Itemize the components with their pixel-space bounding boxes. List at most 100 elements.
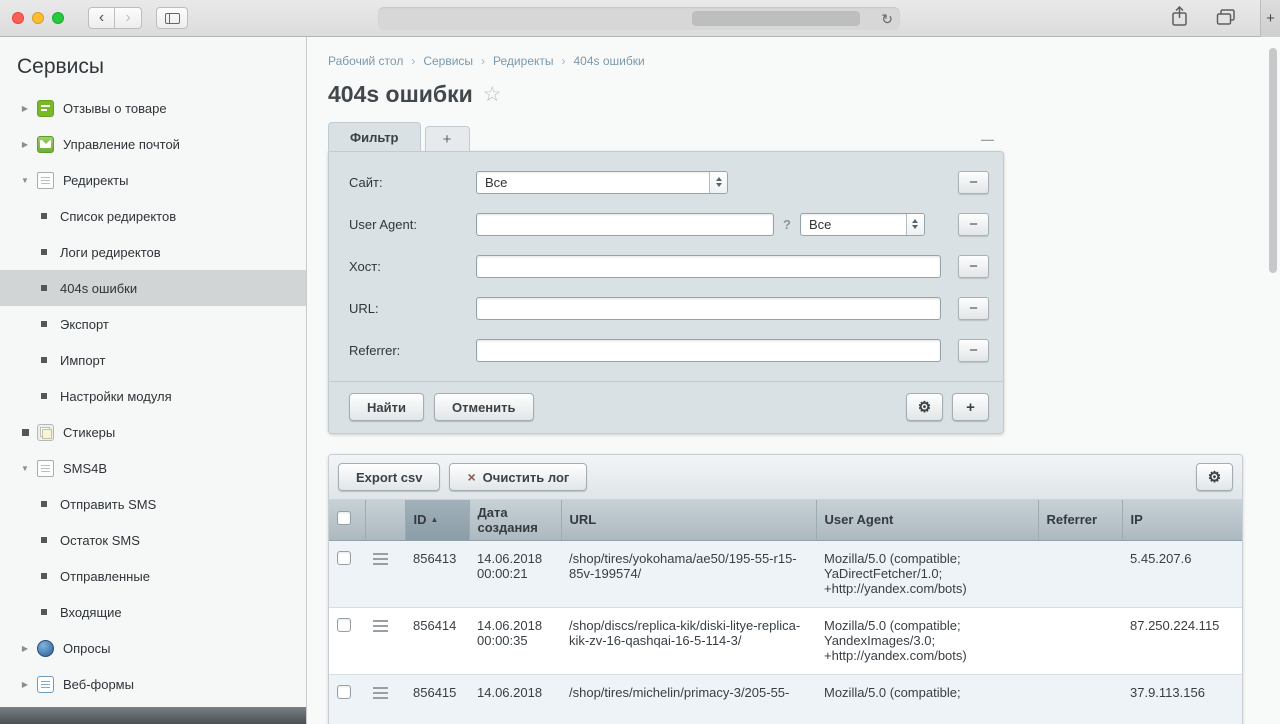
zoom-window-button[interactable] <box>52 12 64 24</box>
cancel-button[interactable]: Отменить <box>434 393 534 421</box>
table-row[interactable]: 856414 14.06.201800:00:35 /shop/discs/re… <box>329 607 1242 674</box>
sidebar-item-404-errors[interactable]: 404s ошибки <box>0 270 306 306</box>
add-filter-tab-button[interactable]: + <box>425 126 470 151</box>
header-url[interactable]: URL <box>561 500 816 540</box>
user-agent-input[interactable] <box>476 213 774 236</box>
sidebar-item-module-settings[interactable]: Настройки модуля <box>0 378 306 414</box>
refresh-icon[interactable]: ↻ <box>881 12 893 26</box>
breadcrumb: Рабочий стол › Сервисы › Редиректы › 404… <box>328 54 1280 68</box>
back-button[interactable]: ‹ <box>88 7 115 29</box>
sidebar-item-label: Список редиректов <box>60 209 176 224</box>
chevron-right-icon: › <box>481 54 485 68</box>
filter-settings-button[interactable]: ⚙ <box>906 393 943 421</box>
site-select[interactable]: Все <box>476 171 728 194</box>
sidebar-item-redirect-list[interactable]: Список редиректов <box>0 198 306 234</box>
user-agent-select[interactable]: Все <box>800 213 925 236</box>
sidebar-item-reviews[interactable]: ▶ Отзывы о товаре <box>0 90 306 126</box>
cell-user-agent: Mozilla/5.0 (compatible; <box>816 674 1038 724</box>
cell-date: 14.06.201800:00:21 <box>469 540 561 607</box>
select-all-checkbox[interactable] <box>337 511 351 525</box>
chevron-right-icon[interactable]: ▶ <box>19 680 31 689</box>
url-input[interactable] <box>476 297 941 320</box>
breadcrumb-item-services[interactable]: Сервисы <box>423 54 473 68</box>
address-bar[interactable]: ↻ <box>378 7 900 30</box>
row-menu-icon[interactable] <box>373 687 388 699</box>
sidebar-item-send-sms[interactable]: Отправить SMS <box>0 486 306 522</box>
row-checkbox[interactable] <box>337 551 351 565</box>
header-ip[interactable]: IP <box>1122 500 1242 540</box>
header-referrer[interactable]: Referrer <box>1038 500 1122 540</box>
remove-field-button[interactable]: − <box>958 297 989 320</box>
grid-settings-button[interactable]: ⚙ <box>1196 463 1233 491</box>
clear-log-button[interactable]: × Очистить лог <box>449 463 587 491</box>
filter-field-user-agent: User Agent: ? Все − <box>349 211 989 237</box>
row-checkbox[interactable] <box>337 685 351 699</box>
sidebar-item-stickers[interactable]: Стикеры <box>0 414 306 450</box>
chevron-down-icon[interactable]: ▼ <box>19 464 31 473</box>
remove-field-button[interactable]: − <box>958 213 989 236</box>
host-input[interactable] <box>476 255 941 278</box>
add-filter-field-button[interactable]: + <box>952 393 989 421</box>
referrer-input[interactable] <box>476 339 941 362</box>
breadcrumb-item-desktop[interactable]: Рабочий стол <box>328 54 403 68</box>
share-icon[interactable] <box>1171 6 1188 27</box>
new-tab-button[interactable]: + <box>1260 0 1280 37</box>
row-menu-icon[interactable] <box>373 620 388 632</box>
clear-log-label: Очистить лог <box>483 470 570 485</box>
sidebar-item-webforms[interactable]: ▶ Веб-формы <box>0 666 306 702</box>
remove-field-button[interactable]: − <box>958 339 989 362</box>
bullet-icon <box>41 393 47 399</box>
header-id[interactable]: ID▲ <box>405 500 469 540</box>
sidebar-item-label: Веб-формы <box>63 677 134 692</box>
forward-button[interactable]: › <box>115 7 142 29</box>
tab-overview-icon[interactable] <box>1216 8 1236 26</box>
table-row[interactable]: 856415 14.06.2018 /shop/tires/michelin/p… <box>329 674 1242 724</box>
chevron-down-icon[interactable]: ▼ <box>19 176 31 185</box>
cell-date: 14.06.201800:00:35 <box>469 607 561 674</box>
sidebar-item-inbox[interactable]: Входящие <box>0 594 306 630</box>
sidebar-item-label: Импорт <box>60 353 105 368</box>
header-user-agent[interactable]: User Agent <box>816 500 1038 540</box>
page-scrollbar[interactable] <box>1269 48 1277 273</box>
field-label: Сайт: <box>349 175 476 190</box>
user-agent-select-value: Все <box>809 217 831 232</box>
favorite-star-icon[interactable]: ☆ <box>483 84 502 105</box>
find-button[interactable]: Найти <box>349 393 424 421</box>
bullet-icon <box>41 501 47 507</box>
sidebar-toggle-button[interactable] <box>156 7 188 29</box>
sidebar-item-label: Стикеры <box>63 425 115 440</box>
cell-ip: 87.250.224.115 <box>1122 607 1242 674</box>
close-window-button[interactable] <box>12 12 24 24</box>
sidebar-item-redirects[interactable]: ▼ Редиректы <box>0 162 306 198</box>
sidebar-item-redirect-logs[interactable]: Логи редиректов <box>0 234 306 270</box>
row-menu-icon[interactable] <box>373 553 388 565</box>
sidebar-item-sms4b[interactable]: ▼ SMS4B <box>0 450 306 486</box>
chevron-right-icon[interactable]: ▶ <box>19 104 31 113</box>
export-csv-button[interactable]: Export csv <box>338 463 440 491</box>
sidebar-item-label: 404s ошибки <box>60 281 137 296</box>
minimize-window-button[interactable] <box>32 12 44 24</box>
breadcrumb-item-redirects[interactable]: Редиректы <box>493 54 553 68</box>
sidebar-item-sent[interactable]: Отправленные <box>0 558 306 594</box>
grid-toolbar: Export csv × Очистить лог ⚙ <box>329 455 1242 500</box>
sidebar-item-mail[interactable]: ▶ Управление почтой <box>0 126 306 162</box>
chevron-right-icon[interactable]: ▶ <box>19 140 31 149</box>
sidebar-item-polls[interactable]: ▶ Опросы <box>0 630 306 666</box>
sidebar-item-label: Отзывы о товаре <box>63 101 167 116</box>
row-checkbox[interactable] <box>337 618 351 632</box>
sidebar-item-export[interactable]: Экспорт <box>0 306 306 342</box>
field-label: User Agent: <box>349 217 476 232</box>
remove-field-button[interactable]: − <box>958 255 989 278</box>
cell-referrer <box>1038 540 1122 607</box>
tab-filter[interactable]: Фильтр <box>328 122 421 151</box>
header-date[interactable]: Дата создания <box>469 500 561 540</box>
table-row[interactable]: 856413 14.06.201800:00:21 /shop/tires/yo… <box>329 540 1242 607</box>
collapse-filter-icon[interactable]: — <box>981 132 994 147</box>
errors-grid: Export csv × Очистить лог ⚙ <box>328 454 1243 724</box>
sidebar-item-sms-balance[interactable]: Остаток SMS <box>0 522 306 558</box>
remove-field-button[interactable]: − <box>958 171 989 194</box>
sidebar-item-import[interactable]: Импорт <box>0 342 306 378</box>
help-icon[interactable]: ? <box>783 217 791 232</box>
sidebar-title: Сервисы <box>17 54 306 80</box>
chevron-right-icon[interactable]: ▶ <box>19 644 31 653</box>
